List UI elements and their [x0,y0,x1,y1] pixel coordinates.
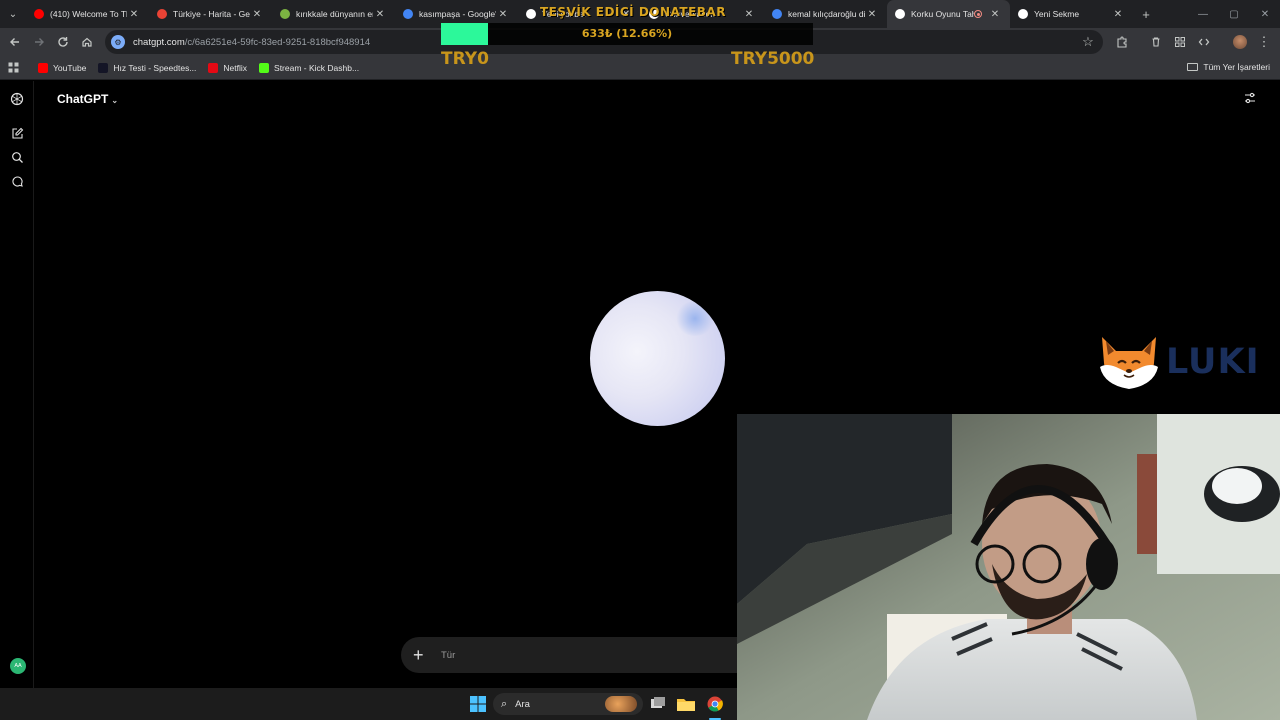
close-tab-icon[interactable]: ✕ [373,9,387,20]
new-chat-icon[interactable] [9,125,25,141]
search-highlight-image [605,696,637,712]
close-tab-icon[interactable]: ✕ [865,9,879,20]
apps-grid-icon[interactable] [1168,30,1192,54]
voice-mode-orb[interactable] [590,291,725,426]
tab-search-icon[interactable]: ⌄ [0,0,26,28]
chatgpt-sidebar [0,81,34,688]
all-bookmarks-button[interactable]: Tüm Yer İşaretleri [1187,62,1270,72]
google-icon [403,9,413,19]
browser-tab[interactable]: (410) Welcome To Th ✕ [26,0,149,28]
url-domain: chatgpt.com [133,36,185,48]
file-explorer-icon[interactable] [676,694,696,714]
browser-tab[interactable]: kırıkkale dünyanın en ✕ [272,0,395,28]
bookmark-label: Hız Testi - Speedtes... [113,62,197,73]
browser-tab[interactable]: Türkiye - Harita - Ge ✕ [149,0,272,28]
recording-indicator-icon [974,10,982,18]
browser-tab[interactable]: Yeni Sekme ✕ [1010,0,1133,28]
bookmark-label: Stream - Kick Dashb... [274,62,360,73]
reload-icon[interactable] [51,30,75,54]
chevron-down-icon: ⌄ [111,96,119,105]
tab-title: kırıkkale dünyanın en [296,9,373,19]
tab-title: Yeni Sekme [1034,9,1080,19]
netflix-icon [208,62,219,73]
model-selector[interactable]: ChatGPT ⌄ [57,92,118,106]
tab-title: (410) Welcome To Th [50,9,127,19]
model-label: ChatGPT [57,92,109,106]
chrome-icon [1018,9,1028,19]
close-tab-icon[interactable]: ✕ [742,9,756,20]
bookmarks-bar: YouTube Hız Testi - Speedtes... Netflix Str… [0,56,1280,80]
profile-avatar[interactable] [1228,30,1252,54]
taskbar-search-label: Ara [515,698,530,710]
back-icon[interactable] [3,30,27,54]
new-tab-button[interactable]: + [1133,0,1159,28]
map-pin-icon [157,9,167,19]
restore-icon[interactable]: ▢ [1219,0,1249,28]
bookmark-label: Netflix [223,62,248,73]
close-tab-icon[interactable]: ✕ [1111,9,1125,20]
home-icon[interactable] [75,30,99,54]
search-icon: ⌕ [501,697,508,710]
close-tab-icon[interactable]: ✕ [127,9,141,20]
folder-icon [1187,63,1199,71]
bookmark-star-icon[interactable]: ☆ [1076,30,1100,54]
donation-min-label: TRY0 [441,49,489,69]
close-tab-icon[interactable]: ✕ [250,9,264,20]
sliders-icon[interactable] [1243,91,1257,105]
tab-title: Korku Oyunu Tah [911,9,974,19]
tab-title: kasımpaşa - Google'd [419,9,496,19]
webcam-feed [737,414,1280,720]
openai-logo-icon[interactable] [9,91,25,107]
chatgpt-icon [895,9,905,19]
google-icon [772,9,782,19]
url-path: /c/6a6251e4-59fc-83ed-9251-818bcf948914 [184,36,371,48]
extensions-icon[interactable] [1110,30,1134,54]
tab-title: kemal kılıçdaroğlu di [788,9,865,19]
bookmark-item[interactable]: Stream - Kick Dashb... [259,62,360,73]
code-icon[interactable] [1192,30,1216,54]
user-avatar[interactable]: AA [10,658,26,674]
all-bookmarks-label: Tüm Yer İşaretleri [1203,62,1270,72]
chat-bubble-icon[interactable] [9,173,25,189]
kick-icon [259,62,270,73]
windows-taskbar: ⌕ Ara [0,688,737,720]
donation-progress-bar: 633₺ (12.66%) [441,23,813,45]
youtube-icon [38,62,48,73]
chrome-taskbar-icon[interactable] [705,694,725,714]
close-window-icon[interactable]: ✕ [1250,0,1280,28]
close-tab-icon[interactable]: ✕ [496,9,510,20]
windows-start-icon[interactable] [468,694,488,714]
apps-icon[interactable] [0,62,26,73]
search-chats-icon[interactable] [9,149,25,165]
fox-logo-icon [1096,333,1162,391]
forward-icon[interactable] [27,30,51,54]
bookmark-label: YouTube [53,62,87,73]
donation-title: TEŞVİK EDİCİ DONATEBAR [540,5,726,19]
screen: ⌄ (410) Welcome To Th ✕ Türkiye - Harita -… [0,0,1280,720]
taskbar-search[interactable]: ⌕ Ara [493,693,643,715]
chat-composer[interactable]: + Tür [401,637,741,673]
chrome-menu-icon[interactable]: ⋮ [1252,30,1276,54]
plus-icon[interactable]: + [413,645,431,666]
leaf-icon [280,9,290,19]
bookmark-item[interactable]: YouTube [38,62,87,73]
close-tab-icon[interactable]: ✕ [988,9,1002,20]
site-info-icon[interactable]: ⚙ [111,35,125,49]
tab-title: Türkiye - Harita - Ge [173,9,250,19]
luki-logo-text: LUKI [1166,342,1260,382]
minimize-icon[interactable]: — [1188,0,1218,28]
composer-input[interactable]: Tür [441,650,455,661]
bookmark-list: YouTube Hız Testi - Speedtes... Netflix Str… [38,62,371,73]
trash-icon[interactable] [1144,30,1168,54]
url-text[interactable]: chatgpt.com/c/6a6251e4-59fc-83ed-9251-81… [133,37,370,48]
donation-max-label: TRY5000 [731,49,815,69]
task-view-icon[interactable] [648,694,668,714]
chatgpt-icon [526,9,536,19]
speedtest-icon [98,62,109,73]
bookmark-item[interactable]: Netflix [208,62,248,73]
youtube-icon [34,9,44,19]
browser-tab[interactable]: Korku Oyunu Tah ✕ [887,0,1010,28]
bookmark-item[interactable]: Hız Testi - Speedtes... [98,62,197,73]
donation-amount: 633₺ (12.66%) [581,27,673,40]
